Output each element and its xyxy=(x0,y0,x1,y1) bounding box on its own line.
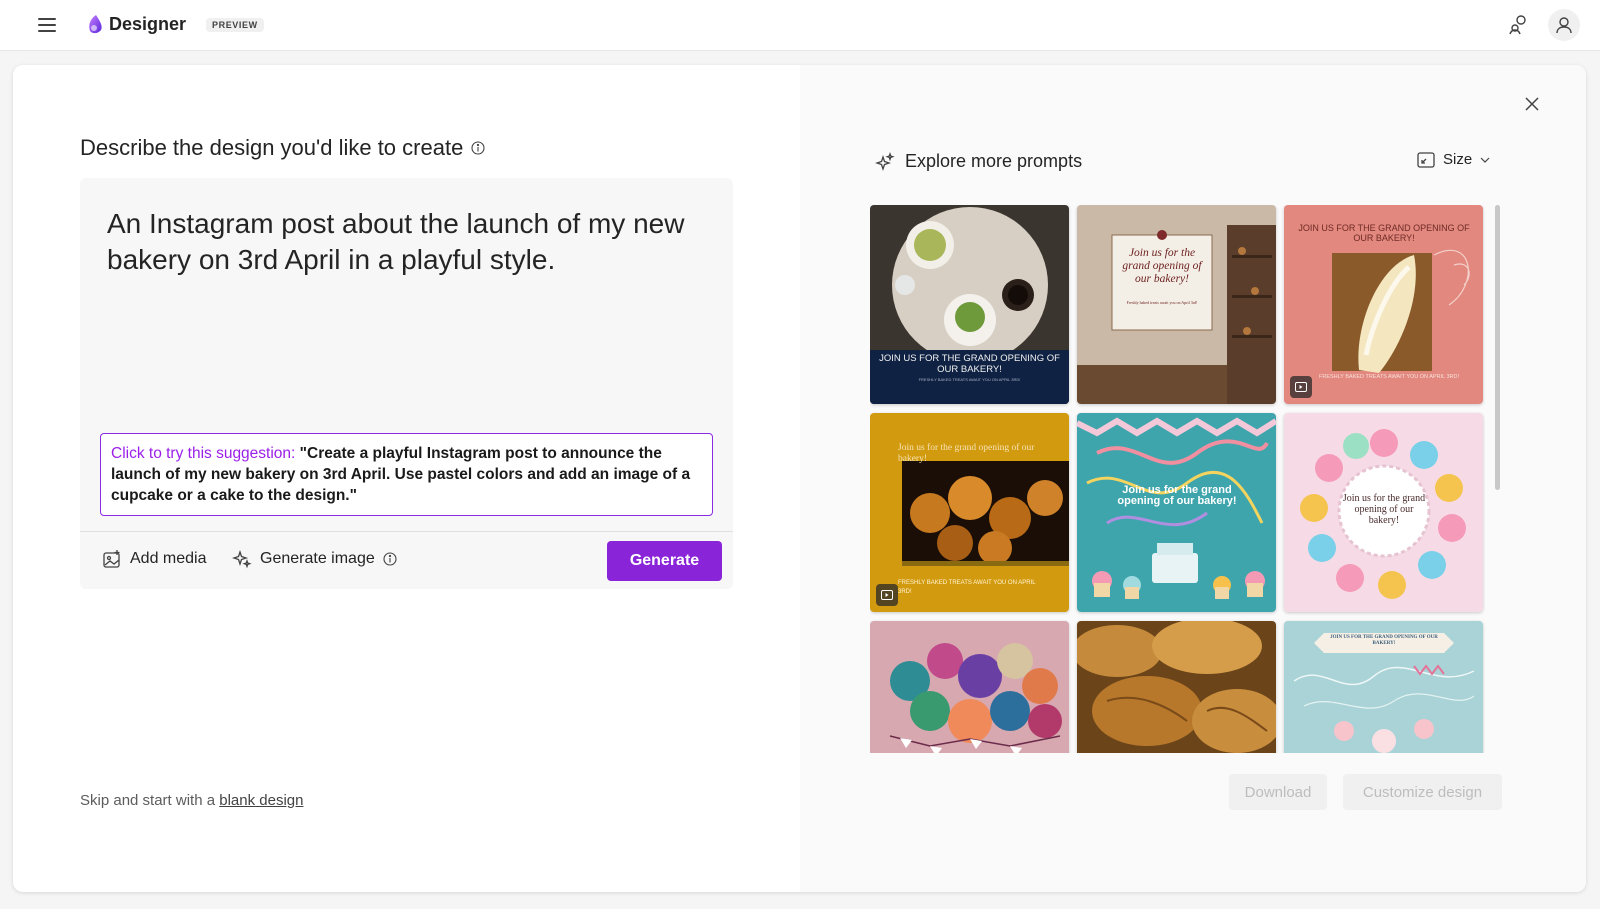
chevron-down-icon xyxy=(1480,157,1490,163)
info-icon[interactable] xyxy=(471,141,485,155)
avatar[interactable] xyxy=(1548,9,1580,41)
video-badge xyxy=(876,584,898,606)
template-gallery: JOIN US FOR THE GRAND OPENING OF OUR BAK… xyxy=(870,205,1485,753)
template-caption: Join us for the grand opening of our bak… xyxy=(898,443,1035,464)
template-subcaption: FRESHLY BAKED TREATS AWAIT YOU ON APRIL … xyxy=(918,377,1021,382)
template-thumbnail[interactable]: JOIN US FOR THE GRAND OPENING OF OUR BAK… xyxy=(1284,621,1483,753)
template-thumbnail[interactable] xyxy=(870,621,1069,753)
download-button[interactable]: Download xyxy=(1229,774,1327,810)
prompt-input-area[interactable]: An Instagram post about the launch of my… xyxy=(80,178,733,589)
suggestion-lead: Click to try this suggestion: xyxy=(111,445,300,462)
sparkle-icon xyxy=(232,549,252,569)
add-media-label: Add media xyxy=(130,550,207,567)
prompt-heading: Describe the design you'd like to create xyxy=(80,135,485,161)
app-title: Designer xyxy=(109,14,187,34)
template-caption: JOIN US FOR THE GRAND OPENING OF OUR BAK… xyxy=(1298,223,1470,243)
explore-panel: Explore more prompts Size JOIN US FOR TH… xyxy=(800,65,1586,892)
explore-title: Explore more prompts xyxy=(905,151,1083,171)
preview-badge: PREVIEW xyxy=(206,18,264,32)
template-thumbnail[interactable]: JOIN US FOR THE GRAND OPENING OF OUR BAK… xyxy=(870,205,1069,404)
suggestion-box[interactable]: Click to try this suggestion: "Create a … xyxy=(100,433,713,516)
resize-icon xyxy=(1417,151,1435,168)
template-thumbnail[interactable]: Join us for the grand opening of our bak… xyxy=(1077,413,1276,612)
skip-line: Skip and start with a blank design xyxy=(80,792,303,809)
skip-prefix: Skip and start with a xyxy=(80,792,220,809)
image-add-icon xyxy=(103,550,120,568)
template-caption: JOIN US FOR THE GRAND OPENING OF OUR BAK… xyxy=(1330,635,1438,646)
info-icon[interactable] xyxy=(383,552,397,566)
create-dialog: Describe the design you'd like to create… xyxy=(13,65,1586,892)
template-subcaption: FRESHLY BAKED TREATS AWAIT YOU ON APRIL … xyxy=(1319,374,1459,380)
video-badge xyxy=(1290,376,1312,398)
template-thumbnail[interactable]: Join us for the grand opening of our bak… xyxy=(1284,413,1483,612)
template-caption: JOIN US FOR THE GRAND OPENING OF OUR BAK… xyxy=(879,353,1060,375)
template-thumbnail[interactable]: JOIN US FOR THE GRAND OPENING OF OUR BAK… xyxy=(1284,205,1483,404)
top-bar: Designer PREVIEW xyxy=(0,0,1600,51)
add-media-button[interactable]: Add media xyxy=(102,540,207,578)
share-icon[interactable] xyxy=(1505,12,1531,38)
prompt-heading-text: Describe the design you'd like to create xyxy=(80,135,464,160)
template-caption: Join us for the grand opening of our bak… xyxy=(1122,247,1202,285)
sparkle-icon xyxy=(875,151,895,171)
gallery-scrollbar[interactable] xyxy=(1495,205,1500,490)
menu-icon[interactable] xyxy=(36,15,58,35)
template-subcaption: FRESHLY BAKED TREATS AWAIT YOU ON APRIL … xyxy=(898,580,1036,595)
template-caption: Join us for the grand opening of our bak… xyxy=(1117,484,1237,507)
divider xyxy=(80,531,733,532)
generate-image-button[interactable]: Generate image xyxy=(232,540,397,578)
designer-logo-icon xyxy=(84,13,106,35)
explore-header: Explore more prompts xyxy=(875,151,1082,172)
template-subcaption: Freshly baked treats await you on April … xyxy=(1126,300,1198,305)
play-icon xyxy=(881,590,893,600)
template-caption: Join us for the grand opening of our bak… xyxy=(1342,493,1426,526)
template-thumbnail[interactable] xyxy=(1077,621,1276,753)
generate-button[interactable]: Generate xyxy=(607,541,722,581)
template-thumbnail[interactable]: Join us for the grand opening of our bak… xyxy=(870,413,1069,612)
prompt-textarea[interactable]: An Instagram post about the launch of my… xyxy=(107,206,707,278)
size-dropdown[interactable]: Size xyxy=(1417,151,1490,168)
blank-design-link[interactable]: blank design xyxy=(219,792,303,809)
size-label: Size xyxy=(1443,151,1473,168)
generate-image-label: Generate image xyxy=(260,550,375,567)
close-icon[interactable] xyxy=(1523,95,1541,113)
template-thumbnail[interactable]: Join us for the grand opening of our bak… xyxy=(1077,205,1276,404)
customize-design-button[interactable]: Customize design xyxy=(1343,774,1502,810)
play-icon xyxy=(1295,382,1307,392)
